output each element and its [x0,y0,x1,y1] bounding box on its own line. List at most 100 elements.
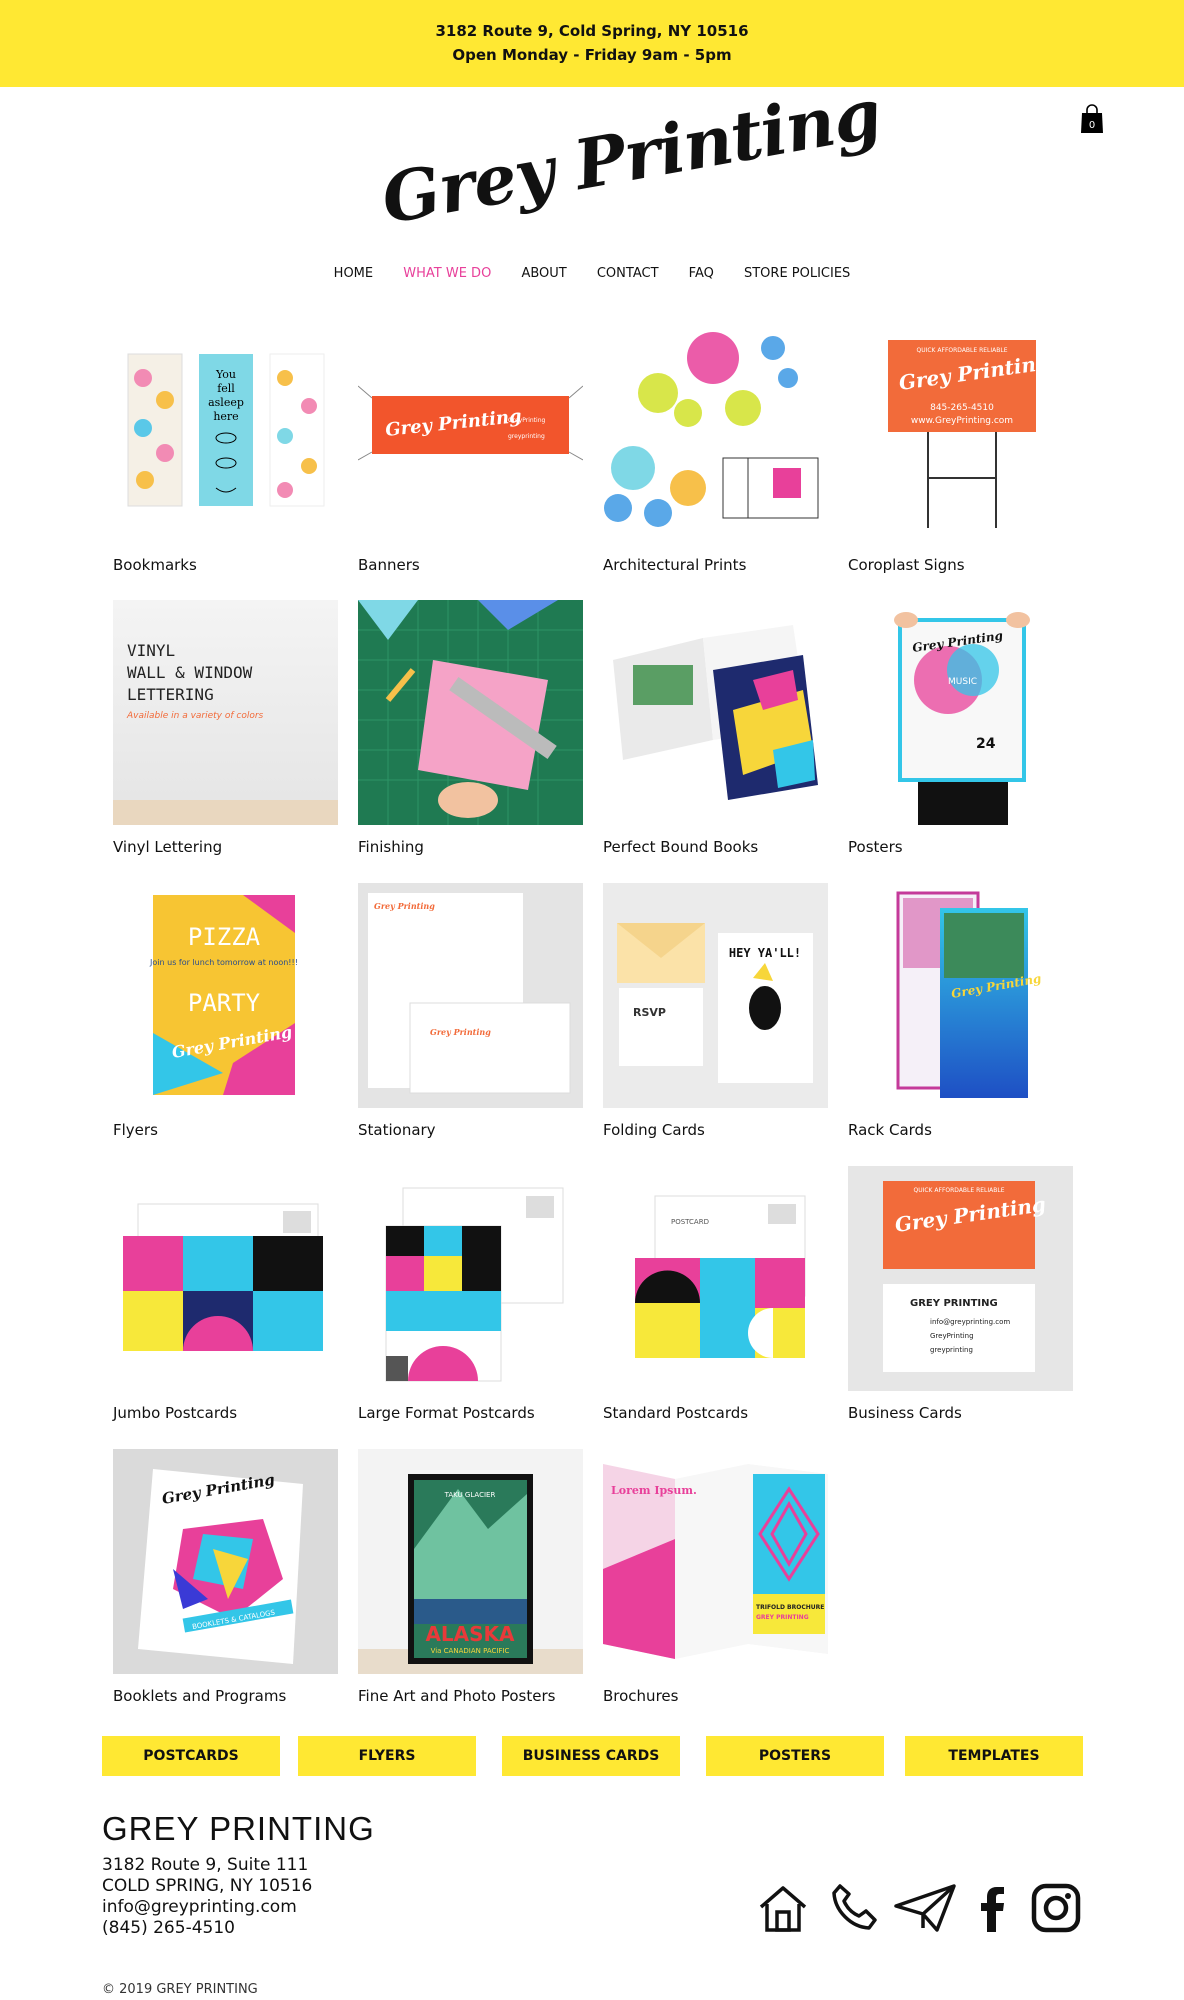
shopping-bag-icon: 0 [1081,104,1103,133]
nav-what-we-do[interactable]: WHAT WE DO [403,266,491,281]
product-card-large-format-postcards[interactable]: Large Format Postcards [358,1166,583,1426]
large-format-postcards-image [358,1166,583,1391]
product-label: Perfect Bound Books [603,838,759,856]
main-nav: HOME WHAT WE DO ABOUT CONTACT FAQ STORE … [0,266,1184,281]
stationary-image: Grey Printing Grey Printing [358,883,583,1108]
svg-text:845-265-4510: 845-265-4510 [930,403,994,413]
product-card-standard-postcards[interactable]: POSTCARD Standard Postcards [603,1166,828,1426]
product-card-banners[interactable]: Grey Printing GreyPrinting greyprinting … [358,318,583,578]
product-label: Booklets and Programs [113,1687,287,1705]
svg-text:RSVP: RSVP [633,1006,666,1019]
nav-home[interactable]: HOME [334,266,373,281]
svg-text:ALASKA: ALASKA [425,1622,515,1646]
cart-button[interactable]: 0 [1080,104,1104,134]
product-card-bookmarks[interactable]: You fell asleep here Bookmarks [113,318,338,578]
product-label: Posters [848,838,903,856]
address-text: 3182 Route 9, Cold Spring, NY 10516 [435,22,749,40]
posters-button[interactable]: POSTERS [706,1736,884,1776]
product-label: Large Format Postcards [358,1404,535,1422]
category-button-row: POSTCARDS FLYERS BUSINESS CARDS POSTERS … [0,1736,1184,1776]
product-label: Jumbo Postcards [113,1404,238,1422]
posters-image: Grey Printing MUSIC 24 [848,600,1073,825]
footer-title: GREY PRINTING [102,1810,375,1847]
nav-store-policies[interactable]: STORE POLICIES [744,266,850,281]
product-card-posters[interactable]: Grey Printing MUSIC 24 Posters [848,600,1073,860]
product-card-folding-cards[interactable]: RSVP HEY YA'LL! Folding Cards [603,883,828,1143]
flyers-image: PIZZA Join us for lunch tomorrow at noon… [113,883,338,1108]
banners-image: Grey Printing GreyPrinting greyprinting [358,318,583,543]
templates-button[interactable]: TEMPLATES [905,1736,1083,1776]
product-label: Banners [358,556,420,574]
jumbo-postcards-image [113,1166,338,1391]
svg-text:QUICK AFFORDABLE RELIABL: QUICK AFFORDABLE RELIABLE [913,1187,1004,1194]
svg-text:LETTERING: LETTERING [127,685,214,704]
footer-address-line-2: COLD SPRING, NY 10516 [102,1876,313,1896]
footer-contact: 3182 Route 9, Suite 111 COLD SPRING, NY … [102,1855,312,1939]
svg-text:GreyPrinting: GreyPrinting [508,417,545,424]
vinyl-lettering-image: VINYL WALL & WINDOW LETTERING Available … [113,600,338,825]
svg-text:Lorem Ipsum.: Lorem Ipsum. [611,1484,697,1497]
product-label: Stationary [358,1121,436,1139]
product-label: Folding Cards [603,1121,705,1139]
svg-text:POSTCARD: POSTCARD [671,1218,709,1226]
product-card-fine-art-posters[interactable]: TAKU GLACIER ALASKA Via CANADIAN PACIFIC… [358,1449,583,1709]
product-card-brochures[interactable]: Lorem Ipsum. TRIFOLD BROCHURE GREY PRINT… [603,1449,828,1709]
flyers-button[interactable]: FLYERS [298,1736,476,1776]
product-label: Flyers [113,1121,158,1139]
product-card-coroplast-signs[interactable]: QUICK AFFORDABLE RELIABLE Grey Printing … [848,318,1073,578]
logo-text: Grey Printing [376,73,887,241]
product-label: Vinyl Lettering [113,838,223,856]
product-card-stationary[interactable]: Grey Printing Grey Printing Stationary [358,883,583,1143]
svg-text:TAKU GLACIER: TAKU GLACIER [444,1491,496,1499]
business-cards-image: QUICK AFFORDABLE RELIABLE Grey Printing … [848,1166,1073,1391]
product-card-finishing[interactable]: Finishing [358,600,583,860]
facebook-icon[interactable] [965,1880,1021,1936]
product-card-jumbo-postcards[interactable]: Jumbo Postcards [113,1166,338,1426]
svg-text:GREY PRINTING: GREY PRINTING [910,1298,998,1309]
svg-text:GreyPrinting: GreyPrinting [930,1332,974,1340]
product-card-perfect-bound-books[interactable]: Perfect Bound Books [603,600,828,860]
standard-postcards-image: POSTCARD [603,1166,828,1391]
postcards-button[interactable]: POSTCARDS [102,1736,280,1776]
product-label: Standard Postcards [603,1404,749,1422]
nav-faq[interactable]: FAQ [689,266,714,281]
product-label: Fine Art and Photo Posters [358,1687,556,1705]
svg-text:greyprinting: greyprinting [930,1346,973,1354]
svg-text:PARTY: PARTY [188,989,261,1017]
svg-text:GREY PRINTING: GREY PRINTING [756,1614,809,1621]
site-logo[interactable]: Grey Printing [376,74,886,260]
coroplast-signs-image: QUICK AFFORDABLE RELIABLE Grey Printing … [848,318,1073,543]
bookmarks-image: You fell asleep here [113,318,338,543]
svg-text:fell: fell [217,382,235,395]
send-icon[interactable] [893,1880,956,1936]
svg-text:PIZZA: PIZZA [188,923,261,951]
phone-icon[interactable] [826,1880,882,1936]
nav-contact[interactable]: CONTACT [597,266,659,281]
svg-text:Grey Printing: Grey Printing [374,901,435,911]
product-card-business-cards[interactable]: QUICK AFFORDABLE RELIABLE Grey Printing … [848,1166,1073,1426]
svg-text:QUICK AFFORDABLE RELIABL: QUICK AFFORDABLE RELIABLE [916,347,1007,354]
fine-art-posters-image: TAKU GLACIER ALASKA Via CANADIAN PACIFIC [358,1449,583,1674]
hours-text: Open Monday - Friday 9am - 5pm [452,46,732,64]
svg-text:Available in a variety of colo: Available in a variety of colors [126,711,264,721]
svg-text:info@greyprinting.com: info@greyprinting.com [930,1318,1010,1326]
business-cards-button[interactable]: BUSINESS CARDS [502,1736,680,1776]
product-card-vinyl-lettering[interactable]: VINYL WALL & WINDOW LETTERING Available … [113,600,338,860]
product-label: Bookmarks [113,556,197,574]
product-card-architectural-prints[interactable]: Architectural Prints [603,318,828,578]
svg-text:You: You [215,368,236,381]
instagram-icon[interactable] [1028,1880,1084,1936]
product-card-booklets-and-programs[interactable]: Grey Printing BOOKLETS & CATALOGS Bookle… [113,1449,338,1709]
home-icon[interactable] [755,1880,811,1936]
svg-text:MUSIC: MUSIC [948,677,977,687]
footer-email-link[interactable]: info@greyprinting.com [102,1897,312,1918]
product-card-flyers[interactable]: PIZZA Join us for lunch tomorrow at noon… [113,883,338,1143]
product-label: Rack Cards [848,1121,932,1139]
svg-text:Grey Printing: Grey Printing [430,1027,491,1037]
product-card-rack-cards[interactable]: Grey Printing Rack Cards [848,883,1073,1143]
nav-about[interactable]: ABOUT [521,266,566,281]
footer-phone[interactable]: (845) 265-4510 [102,1918,312,1939]
booklets-image: Grey Printing BOOKLETS & CATALOGS [113,1449,338,1674]
svg-text:WALL & WINDOW: WALL & WINDOW [127,663,253,682]
cart-count: 0 [1089,120,1095,131]
